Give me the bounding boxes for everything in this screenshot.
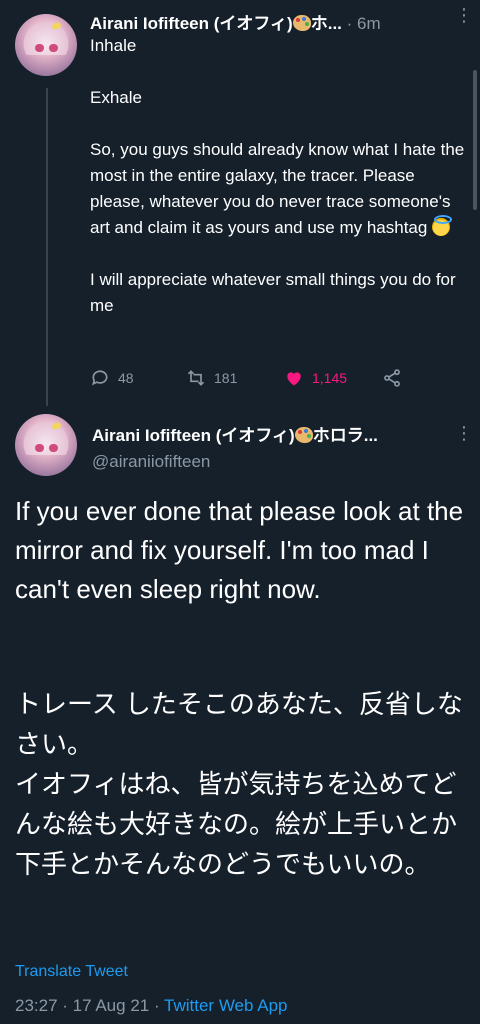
jp-line: イオフィはね、皆が気持ちを込めてどんな絵も大好きなの。絵が上手いとか下手とかそん… (15, 769, 458, 879)
paragraph: Inhale (90, 36, 137, 55)
like-icon (287, 372, 301, 386)
display-name[interactable]: Airani Iofifteen (イオフィ) (92, 426, 295, 445)
more-icon[interactable]: ⋮ (455, 424, 473, 442)
palette-emoji (292, 15, 311, 31)
jp-line: トレース したそこのあなた、反省しなさい。 (15, 689, 463, 759)
palette-emoji (294, 427, 313, 443)
retweet-icon (187, 370, 205, 386)
tweet1-text: Inhale Exhale So, you guys should alread… (90, 33, 468, 345)
more-icon[interactable]: ⋮ (455, 6, 473, 24)
translate-tweet-link[interactable]: Translate Tweet (15, 963, 128, 981)
tweet2-header[interactable]: Airani Iofifteen (イオフィ) ホロラ... (92, 421, 378, 446)
display-name-suffix: ホ... (310, 14, 342, 33)
tweet1-header[interactable]: Airani Iofifteen (イオフィ) ホ... · 6m (90, 9, 381, 34)
paragraph: I will appreciate whatever small things … (90, 270, 456, 315)
scrollbar[interactable] (473, 70, 477, 210)
tweet1-actions: 48 181 1,145 (90, 368, 430, 390)
share-icon (384, 369, 400, 387)
source-app-link[interactable]: Twitter Web App (164, 996, 287, 1015)
timestamp[interactable]: 23:27 · 17 Aug 21 · (15, 996, 160, 1015)
like-count: 1,145 (312, 370, 348, 386)
share-button[interactable] (382, 368, 402, 388)
avatar[interactable] (15, 14, 77, 76)
retweet-button[interactable]: 181 (186, 368, 237, 388)
retweet-count: 181 (214, 370, 238, 386)
reply-icon (92, 370, 108, 386)
like-button[interactable]: 1,145 (284, 368, 347, 388)
display-name[interactable]: Airani Iofifteen (イオフィ) (90, 14, 293, 33)
tweet-time[interactable]: · 6m (347, 14, 381, 33)
display-name-suffix: ホロラ... (312, 426, 378, 445)
user-handle[interactable]: @airaniiofifteen (92, 452, 210, 472)
avatar[interactable] (15, 414, 77, 476)
paragraph-with-emoji: So, you guys should already know what I … (90, 140, 465, 237)
tweet-meta: 23:27 · 17 Aug 21 · Twitter Web App (15, 996, 288, 1016)
tweet-text-jp: トレース したそこのあなた、反省しなさい。 イオフィはね、皆が気持ちを込めてどん… (15, 684, 470, 884)
tweet-text-en: If you ever done that please look at the… (15, 496, 464, 604)
paragraph: Exhale (90, 88, 142, 107)
halo-smile-emoji (432, 215, 453, 236)
thread-line (46, 88, 48, 406)
reply-button[interactable]: 48 (90, 368, 134, 388)
reply-count: 48 (118, 370, 134, 386)
